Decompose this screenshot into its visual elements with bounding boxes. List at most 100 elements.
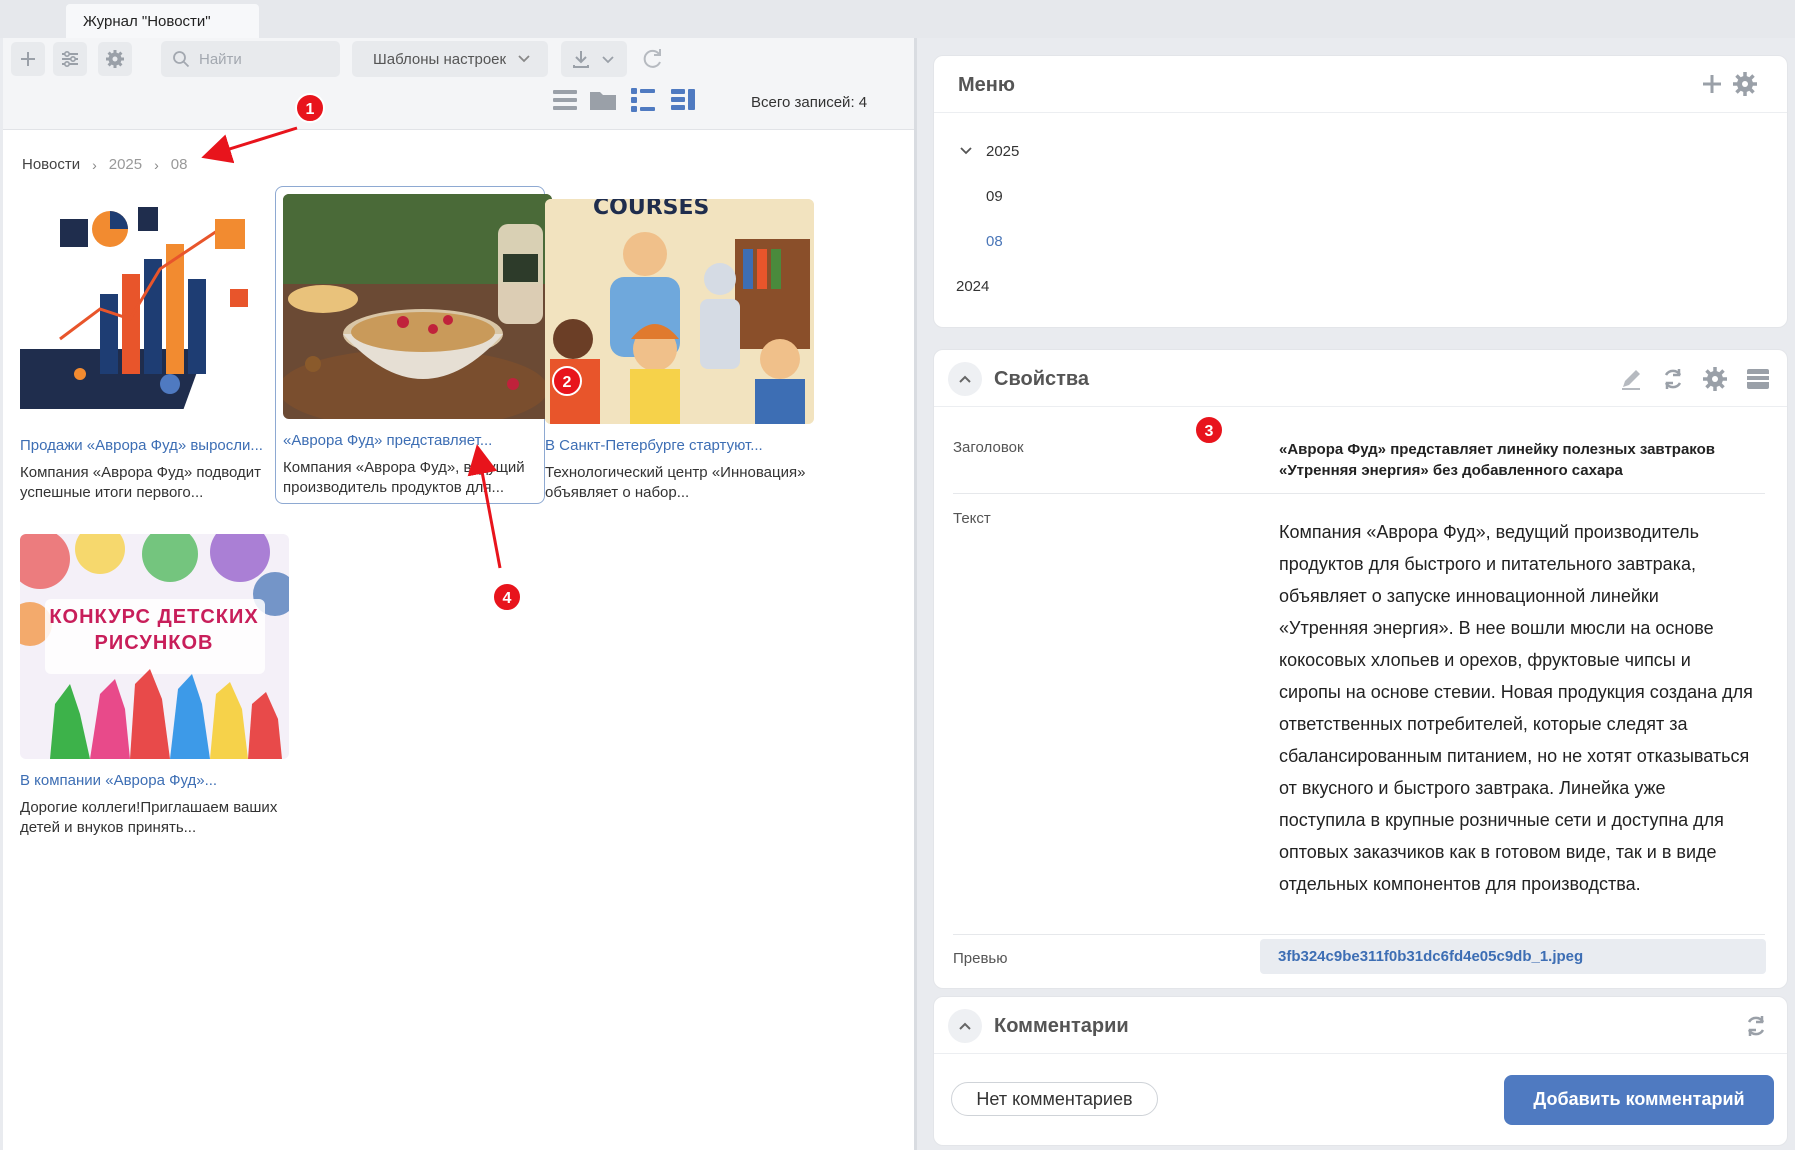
panel-divider[interactable]: [914, 38, 917, 1150]
card-title[interactable]: Продажи «Аврора Фуд» выросли...: [20, 437, 288, 454]
courses-image-text: COURSES: [593, 199, 710, 220]
add-icon[interactable]: [1699, 71, 1725, 97]
chevron-right-icon: ›: [154, 156, 159, 173]
text-line: Компания «Аврора Фуд», ведущий производи…: [1279, 522, 1699, 542]
preview-file-link[interactable]: 3fb324c9be311f0b31dc6fd4e05c9db_1.jpeg: [1278, 948, 1583, 965]
news-card[interactable]: КОНКУРС ДЕТСКИХ РИСУНКОВ В компании «Авр…: [12, 526, 289, 844]
annotation-marker-3: 3: [1194, 415, 1224, 445]
download-dropdown[interactable]: [561, 41, 627, 77]
news-card[interactable]: Продажи «Аврора Фуд» выросли... Компания…: [12, 191, 289, 509]
folder-view-icon[interactable]: [589, 86, 617, 114]
property-value-text: Компания «Аврора Фуд», ведущий производи…: [1279, 516, 1753, 900]
preview-file-field[interactable]: 3fb324c9be311f0b31dc6fd4e05c9db_1.jpeg: [1260, 939, 1766, 974]
card-description: Компания «Аврора Фуд» подводит успешные …: [20, 464, 262, 501]
text-line: сиропы на основе стевии. Новая продукция…: [1279, 682, 1753, 702]
heading-line: «Утренняя энергия» без добавленного саха…: [1279, 462, 1623, 479]
text-line: от вкусного и быстрого завтрака. Линейка…: [1279, 778, 1666, 798]
card-title[interactable]: В Санкт-Петербурге стартуют...: [545, 437, 813, 454]
card-image-infographic: [20, 199, 289, 424]
menu-item-08[interactable]: 08: [986, 233, 1003, 250]
contest-image-text-2: РИСУНКОВ: [94, 632, 214, 654]
templates-label: Шаблоны настроек: [373, 51, 507, 68]
search-placeholder: Найти: [199, 51, 242, 68]
chevron-up-icon: [959, 1022, 971, 1030]
comments-panel: Комментарии Нет комментариев Добавить ко…: [933, 996, 1788, 1146]
news-card-selected[interactable]: «Аврора Фуд» представляет... Компания «А…: [275, 186, 552, 504]
breadcrumb-2025[interactable]: 2025: [109, 156, 142, 173]
add-comment-button[interactable]: Добавить комментарий: [1504, 1075, 1774, 1125]
no-comments-badge: Нет комментариев: [951, 1082, 1158, 1116]
menu-header: Меню: [934, 56, 1787, 113]
tab-bar: Журнал "Новости": [0, 0, 1795, 38]
download-icon: [573, 51, 589, 68]
total-records: Всего записей: 4: [751, 94, 868, 111]
text-line: отдельных компонентов для производства.: [1279, 874, 1641, 894]
menu-item-2024[interactable]: 2024: [956, 278, 989, 295]
gear-icon[interactable]: [1732, 71, 1758, 97]
text-line: «Утренняя энергия». В нее вошли мюсли на…: [1279, 618, 1714, 638]
chevron-down-icon: [602, 56, 614, 64]
text-line: продуктов для быстрого и питательного за…: [1279, 554, 1696, 574]
search-icon: [173, 51, 190, 68]
comments-title: Комментарии: [994, 1015, 1129, 1037]
chevron-up-icon: [959, 375, 971, 383]
property-value-heading: «Аврора Фуд» представляет линейку полезн…: [1279, 439, 1715, 481]
sync-icon[interactable]: [1660, 366, 1686, 392]
gear-icon[interactable]: [98, 42, 132, 76]
property-label-heading: Заголовок: [953, 439, 1024, 456]
menu-panel: Меню 2025 09 08 2024: [933, 55, 1788, 328]
edit-icon[interactable]: [1618, 366, 1644, 392]
add-icon[interactable]: [11, 42, 45, 76]
text-line: поступила в крупные розничные сети и дос…: [1279, 810, 1724, 830]
collapse-button[interactable]: [948, 362, 982, 396]
breadcrumb-news[interactable]: Новости: [22, 156, 80, 173]
list-view-icon[interactable]: [551, 86, 579, 114]
text-line: сбалансированным питанием, но не хотят о…: [1279, 746, 1750, 766]
annotation-marker-4: 4: [492, 582, 522, 612]
sync-icon[interactable]: [1743, 1013, 1769, 1039]
card-image-breakfast: [283, 194, 552, 419]
news-card[interactable]: COURSES В Санкт-Петербурге стартуют... Т…: [537, 191, 814, 509]
card-image-drawing-contest: КОНКУРС ДЕТСКИХ РИСУНКОВ: [20, 534, 289, 759]
heading-line: «Аврора Фуд» представляет линейку полезн…: [1279, 441, 1715, 458]
gear-icon[interactable]: [1702, 366, 1728, 392]
property-label-text: Текст: [953, 510, 991, 527]
collapse-button[interactable]: [948, 1009, 982, 1043]
settings-templates-dropdown[interactable]: Шаблоны настроек: [352, 41, 548, 77]
text-line: ответственных потребителей, которые след…: [1279, 714, 1688, 734]
refresh-icon[interactable]: [640, 46, 666, 72]
divider: [953, 493, 1765, 494]
search-input[interactable]: Найти: [161, 41, 340, 77]
annotation-marker-1: 1: [295, 93, 325, 123]
records-panel: Найти Шаблоны настроек Всего записей: 4 …: [3, 38, 914, 1150]
menu-item-09[interactable]: 09: [986, 188, 1003, 205]
properties-panel: Свойства Заголовок «Аврора Фуд» представ…: [933, 349, 1788, 989]
properties-title: Свойства: [994, 368, 1090, 390]
breadcrumb: Новости › 2025 › 08: [22, 156, 187, 173]
menu-item-2025[interactable]: 2025: [986, 143, 1019, 160]
card-description: Технологический центр «Инновация» объявл…: [545, 464, 806, 501]
chevron-right-icon: ›: [92, 156, 97, 173]
chevron-down-icon[interactable]: [959, 144, 973, 158]
contest-image-text-1: КОНКУРС ДЕТСКИХ: [49, 606, 259, 628]
property-label-preview: Превью: [953, 950, 1008, 967]
breadcrumb-08[interactable]: 08: [171, 156, 188, 173]
toolbar: Найти Шаблоны настроек Всего записей: 4: [3, 38, 914, 130]
annotation-marker-2: 2: [552, 366, 582, 396]
tab-news-journal[interactable]: Журнал "Новости": [66, 4, 259, 38]
filter-settings-icon[interactable]: [53, 42, 87, 76]
split-view-icon[interactable]: [669, 86, 697, 114]
layout-icon[interactable]: [1745, 366, 1771, 392]
chevron-down-icon: [518, 55, 530, 63]
tree-view-icon[interactable]: [629, 86, 657, 114]
card-description: Компания «Аврора Фуд», ведущий производи…: [283, 459, 525, 496]
card-description: Дорогие коллеги!Приглашаем ваших детей и…: [20, 799, 278, 836]
properties-header: Свойства: [934, 350, 1787, 407]
divider: [953, 934, 1765, 935]
card-title[interactable]: «Аврора Фуд» представляет...: [283, 432, 551, 449]
text-line: кокосовых хлопьев и орехов, фруктовые чи…: [1279, 650, 1691, 670]
comments-header: Комментарии: [934, 997, 1787, 1054]
menu-title: Меню: [958, 74, 1015, 96]
text-line: оптовых заказчиков как в готовом виде, т…: [1279, 842, 1717, 862]
card-title[interactable]: В компании «Аврора Фуд»...: [20, 772, 288, 789]
